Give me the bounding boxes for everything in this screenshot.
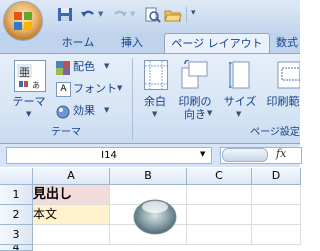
column-header-a[interactable]: A	[33, 168, 110, 185]
row-header-2[interactable]: 2	[0, 205, 33, 225]
cell-c1[interactable]	[187, 185, 252, 205]
qat-separator	[186, 7, 187, 22]
colors-icon[interactable]	[56, 60, 70, 75]
tab-insert[interactable]: 挿入	[112, 33, 152, 53]
name-box[interactable]: I14	[6, 147, 212, 164]
effects-dropdown-icon[interactable]: ▼	[104, 106, 109, 114]
cell-a2[interactable]: 本文	[33, 205, 110, 225]
size-icon[interactable]	[229, 60, 251, 90]
orientation-dropdown-icon[interactable]: ▼	[207, 109, 212, 117]
name-box-dropdown-icon[interactable]: ▼	[200, 150, 205, 158]
effects-label[interactable]: 効果	[73, 102, 95, 120]
row-header-1[interactable]: 1	[0, 185, 33, 205]
theme-button-label[interactable]: テーマ	[8, 95, 50, 108]
page-setup-group-label: ページ設定	[250, 127, 300, 138]
fonts-icon[interactable]: A	[56, 82, 71, 97]
formula-bar-grip[interactable]	[222, 148, 268, 162]
column-header-d[interactable]: D	[252, 168, 301, 185]
print-preview-icon[interactable]	[143, 6, 161, 23]
customize-qat-icon[interactable]: ▾	[191, 8, 196, 18]
theme-dropdown-icon[interactable]: ▼	[26, 110, 31, 118]
fonts-dropdown-icon[interactable]: ▼	[117, 84, 122, 92]
redo-dropdown-icon[interactable]: ▼	[130, 10, 135, 18]
print-area-label[interactable]: 印刷範	[263, 95, 303, 108]
tab-home[interactable]: ホーム	[56, 33, 100, 53]
tab-page-layout[interactable]: ページ レイアウト	[164, 33, 270, 54]
themes-group-label: テーマ	[51, 127, 81, 138]
cell-d1[interactable]	[252, 185, 301, 205]
margins-icon[interactable]	[144, 60, 168, 90]
cell-a1[interactable]: 見出し	[33, 185, 110, 205]
office-button[interactable]	[4, 2, 42, 40]
gel-button-shape[interactable]	[132, 196, 178, 236]
svg-text:あ: あ	[32, 81, 40, 90]
column-header-c[interactable]: C	[187, 168, 252, 185]
cell-c3[interactable]	[187, 225, 252, 245]
theme-icon[interactable]: 亜あ	[14, 60, 46, 92]
undo-icon[interactable]	[79, 6, 97, 23]
office-logo-icon	[14, 12, 32, 30]
orientation-icon[interactable]	[181, 59, 209, 90]
redo-icon[interactable]	[111, 6, 129, 23]
cell-a3[interactable]	[33, 225, 110, 245]
group-separator	[132, 58, 133, 140]
cell-d3[interactable]	[252, 225, 301, 245]
column-header-b[interactable]: B	[110, 168, 187, 185]
colors-label[interactable]: 配色	[73, 58, 95, 76]
colors-dropdown-icon[interactable]: ▼	[104, 62, 109, 70]
orientation-label[interactable]: 印刷の 向き	[174, 95, 216, 121]
margins-label[interactable]: 余白	[136, 95, 174, 108]
fonts-label[interactable]: フォント	[73, 80, 117, 98]
row-header-3[interactable]: 3	[0, 225, 33, 245]
cell-d2[interactable]	[252, 205, 301, 225]
print-area-icon[interactable]	[276, 60, 301, 90]
tab-formulas[interactable]: 数式	[276, 33, 316, 53]
row-header-4[interactable]: 4	[0, 245, 33, 251]
margins-dropdown-icon[interactable]: ▼	[152, 110, 157, 118]
size-dropdown-icon[interactable]: ▼	[236, 110, 241, 118]
save-icon[interactable]	[56, 6, 74, 23]
open-folder-icon[interactable]	[164, 6, 182, 23]
cell-c2[interactable]	[187, 205, 252, 225]
insert-function-icon[interactable]: fx	[276, 147, 286, 160]
size-label[interactable]: サイズ	[220, 95, 260, 108]
effects-icon[interactable]	[56, 104, 70, 119]
undo-dropdown-icon[interactable]: ▼	[98, 10, 103, 18]
select-all-corner[interactable]	[0, 168, 33, 185]
svg-text:亜: 亜	[19, 66, 30, 79]
